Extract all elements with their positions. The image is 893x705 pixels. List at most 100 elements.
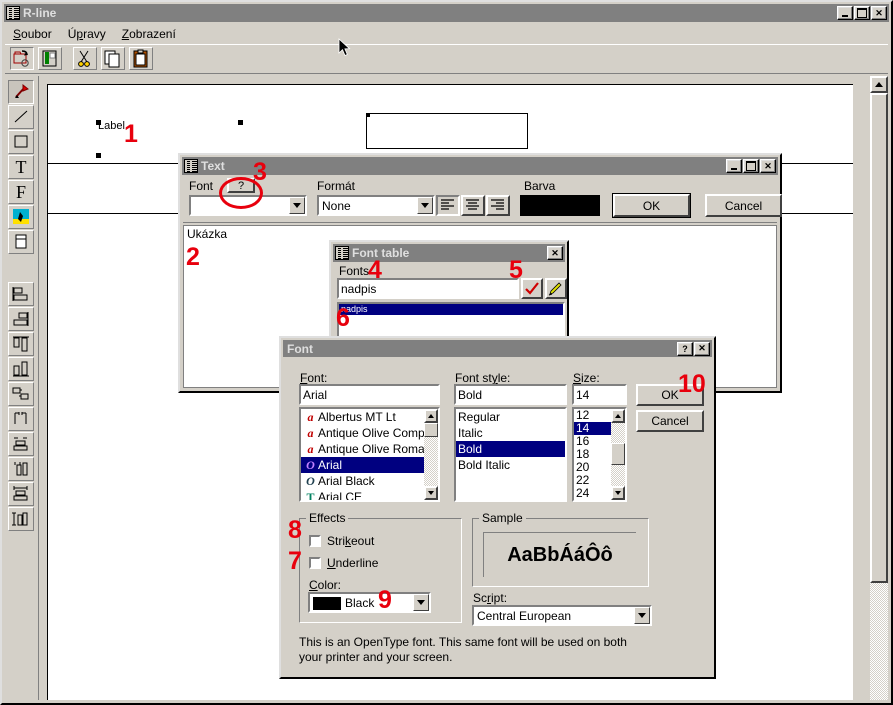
font-dialog-help[interactable]: ?	[677, 342, 693, 356]
main-titlebar[interactable]: R-line ✕	[4, 4, 889, 22]
scrollbar-thumb[interactable]	[611, 443, 625, 465]
script-combo[interactable]: Central European	[472, 605, 652, 626]
scroll-down-button[interactable]	[424, 486, 438, 500]
selection-handle[interactable]	[96, 120, 101, 125]
align-right-button[interactable]	[486, 195, 510, 216]
strikeout-checkbox[interactable]: Strikeout	[309, 534, 374, 548]
align-left-tool-button[interactable]	[8, 282, 34, 306]
edit-font-button[interactable]	[545, 278, 567, 299]
vertical-scrollbar[interactable]	[870, 76, 888, 700]
list-item[interactable]: aAntique Olive Compac	[301, 425, 424, 441]
selection-handle[interactable]	[238, 120, 243, 125]
text-dialog-titlebar[interactable]: Text ✕	[182, 157, 778, 175]
text-dialog-maximize[interactable]	[743, 159, 759, 173]
align-center-button[interactable]	[461, 195, 485, 216]
list-item[interactable]: 24	[574, 487, 611, 500]
font-type-icon: O	[303, 457, 318, 473]
underline-checkbox[interactable]: Underline	[309, 556, 378, 570]
list-item[interactable]: aAlbertus MT Lt	[301, 409, 424, 425]
font-size-rows[interactable]: 12 14 16 18 20 22 24	[574, 409, 611, 500]
canvas-label-text[interactable]: Label	[98, 120, 125, 132]
scrollbar-thumb[interactable]	[870, 93, 888, 583]
font-size-input[interactable]: 14	[572, 384, 627, 405]
fonts-label: Fonts	[339, 264, 369, 278]
font-color-combo[interactable]: Black	[308, 592, 431, 613]
align-center-icon	[465, 199, 481, 212]
format-combo-arrow[interactable]	[417, 197, 433, 214]
list-item[interactable]: OArial	[301, 457, 424, 473]
text-dialog-minimize[interactable]	[726, 159, 742, 173]
empty-text-frame[interactable]	[366, 113, 528, 149]
font-table-list[interactable]: nadpis	[337, 302, 565, 340]
font-list-rows[interactable]: aAlbertus MT Lt aAntique Olive Compac aA…	[301, 409, 424, 500]
text-tool-button[interactable]: T	[8, 155, 34, 179]
menu-upravy[interactable]: Úpravy	[60, 25, 114, 43]
maximize-button[interactable]	[854, 6, 870, 20]
font-size-scrollbar[interactable]	[611, 409, 625, 500]
copy-button[interactable]	[101, 47, 125, 70]
same-height-tool-button[interactable]	[8, 507, 34, 531]
image-tool-button[interactable]	[8, 205, 34, 229]
script-combo-arrow[interactable]	[634, 607, 650, 624]
space-v-tool-button[interactable]	[8, 457, 34, 481]
font-color-arrow[interactable]	[413, 594, 429, 611]
scroll-up-button[interactable]	[424, 409, 438, 423]
align-center-h-tool-button[interactable]	[8, 382, 34, 406]
list-item[interactable]: aAntique Olive Roman	[301, 441, 424, 457]
align-left-button[interactable]	[436, 195, 460, 216]
list-item[interactable]: Regular	[456, 409, 565, 425]
save-button[interactable]	[38, 47, 62, 70]
text-ok-button[interactable]: OK	[613, 194, 690, 217]
paste-button[interactable]	[129, 47, 153, 70]
align-right-tool-button[interactable]	[8, 307, 34, 331]
checkbox-box[interactable]	[309, 557, 321, 569]
align-bottom-tool-button[interactable]	[8, 357, 34, 381]
distribute-h-icon	[10, 410, 32, 428]
menu-zobrazeni[interactable]: Zobrazení	[114, 25, 184, 43]
cut-button[interactable]	[73, 47, 97, 70]
color-swatch[interactable]	[520, 195, 600, 216]
font-table-close[interactable]: ✕	[547, 246, 563, 260]
font-name-input[interactable]: Arial	[299, 384, 440, 405]
confirm-button[interactable]	[521, 278, 543, 299]
format-combo[interactable]: None	[317, 195, 435, 216]
scroll-down-button[interactable]	[611, 486, 625, 500]
list-item[interactable]: Bold	[456, 441, 565, 457]
font-style-input[interactable]: Bold	[454, 384, 567, 405]
line-tool-button[interactable]	[8, 105, 34, 129]
menu-soubor[interactable]: Soubor	[5, 25, 60, 43]
open-button[interactable]	[10, 47, 34, 70]
page-tool-button[interactable]	[8, 230, 34, 254]
font-size-list[interactable]: 12 14 16 18 20 22 24	[572, 407, 627, 502]
font-dialog-titlebar[interactable]: Font ? ✕	[283, 340, 712, 357]
scroll-up-button[interactable]	[611, 409, 625, 423]
font-combo-arrow[interactable]	[289, 197, 305, 214]
close-button[interactable]: ✕	[871, 6, 887, 20]
list-item[interactable]: TArial CE	[301, 489, 424, 500]
distribute-h-tool-button[interactable]	[8, 407, 34, 431]
font-dialog-close[interactable]: ✕	[694, 342, 710, 356]
list-item[interactable]: Bold Italic	[456, 457, 565, 473]
text-dialog-close[interactable]: ✕	[760, 159, 776, 173]
selection-handle[interactable]	[96, 153, 101, 158]
annotation-8: 8	[288, 518, 302, 543]
list-item[interactable]: nadpis	[339, 304, 563, 315]
text-cancel-button[interactable]: Cancel	[705, 194, 782, 217]
space-h-tool-button[interactable]	[8, 432, 34, 456]
scrollbar-thumb[interactable]	[424, 423, 438, 437]
font-style-list[interactable]: Regular Italic Bold Bold Italic	[454, 407, 567, 502]
arrow-tool-button[interactable]	[8, 80, 34, 104]
scroll-up-button[interactable]	[870, 76, 888, 93]
checkbox-box[interactable]	[309, 535, 321, 547]
align-top-tool-button[interactable]	[8, 332, 34, 356]
fonts-input[interactable]: nadpis	[337, 278, 519, 299]
field-tool-button[interactable]: F	[8, 180, 34, 204]
same-width-tool-button[interactable]	[8, 482, 34, 506]
rectangle-tool-button[interactable]	[8, 130, 34, 154]
minimize-button[interactable]	[837, 6, 853, 20]
font-cancel-button[interactable]: Cancel	[636, 410, 704, 432]
font-list[interactable]: aAlbertus MT Lt aAntique Olive Compac aA…	[299, 407, 440, 502]
list-item[interactable]: Italic	[456, 425, 565, 441]
font-list-scrollbar[interactable]	[424, 409, 438, 500]
list-item[interactable]: OArial Black	[301, 473, 424, 489]
